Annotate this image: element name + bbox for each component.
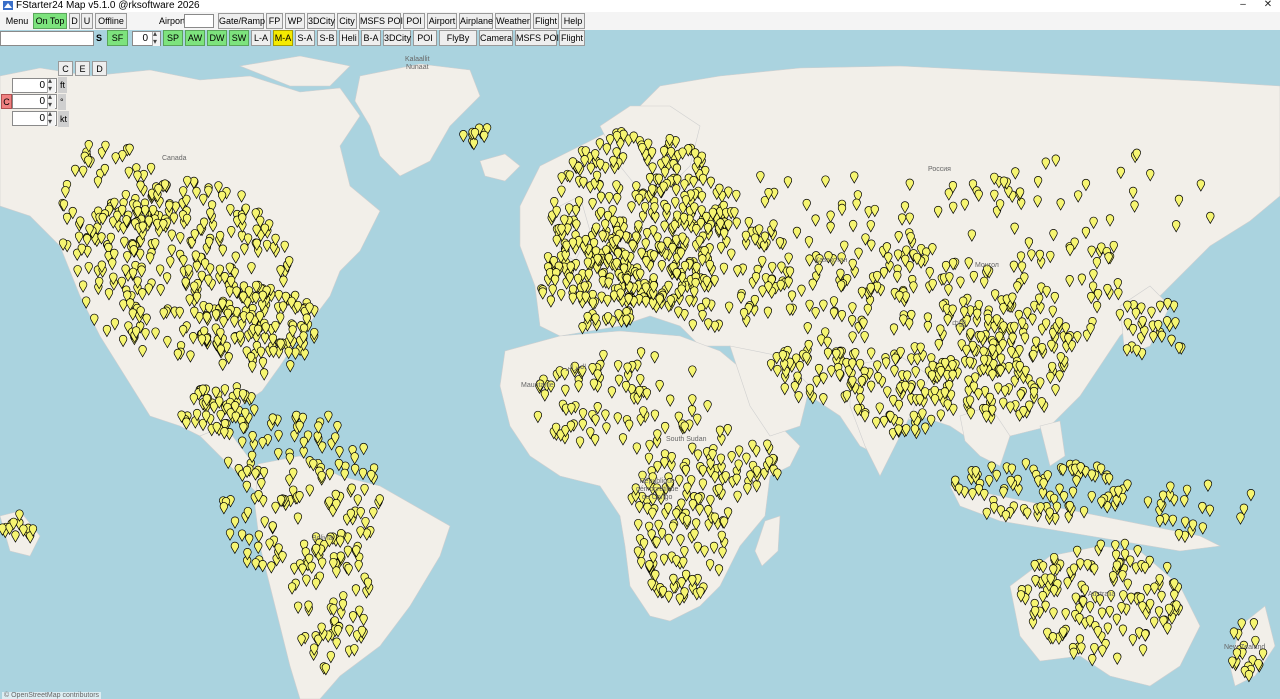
d-button[interactable]: D <box>92 61 107 76</box>
map-label-russia: Россия <box>928 166 951 173</box>
altitude-unit: ft <box>58 77 68 93</box>
toolbar-button-help[interactable]: Help <box>561 13 585 29</box>
toolbar-button-wp[interactable]: WP <box>285 13 305 29</box>
toolbar-button-flight[interactable]: Flight <box>533 13 559 29</box>
toolbar-button-msfs-poi[interactable]: MSFS POI <box>515 30 559 46</box>
toolbar-button-flight[interactable]: Flight <box>559 30 585 46</box>
map-label-mongolia: Монгол <box>975 262 999 269</box>
toolbar-button-sp[interactable]: SP <box>163 30 183 46</box>
map-attribution[interactable]: © OpenStreetMap contributors <box>2 692 102 699</box>
toolbar-button-airport[interactable]: Airport <box>427 13 457 29</box>
offline-button[interactable]: Offline <box>95 13 127 29</box>
sf-button[interactable]: SF <box>107 30 128 46</box>
toolbar-button-airplane[interactable]: Airplane <box>459 13 493 29</box>
map-label-canada: Canada <box>162 155 187 162</box>
toolbar-button-gate-ramp[interactable]: Gate/Ramp <box>218 13 265 29</box>
map-label-china: 中国 <box>952 321 966 328</box>
map-label-kazakhstan: Қазақстан <box>815 257 848 264</box>
on-top-toggle[interactable]: On Top <box>33 13 67 29</box>
map-label-new-zealand: New Zealand <box>1224 644 1266 651</box>
map-label-drc: République démocratique du Congo <box>636 478 679 501</box>
heading-unit: ° <box>58 94 66 110</box>
airport-input[interactable] <box>184 14 214 28</box>
app-window: FStarter24 Map v5.1.0 @rksoftware 2026 –… <box>0 0 1280 699</box>
toolbar-button-poi[interactable]: POI <box>413 30 437 46</box>
map-label-south-sudan: South Sudan <box>666 436 707 443</box>
u-toggle[interactable]: U <box>81 13 93 29</box>
c-button[interactable]: C <box>58 61 73 76</box>
toolbar-button-poi[interactable]: POI <box>403 13 425 29</box>
close-button[interactable]: ✕ <box>1256 0 1280 12</box>
map-label-greenland: Kalaallit Nunaat <box>405 56 430 71</box>
map-label-bolivia: Bolivia <box>312 535 333 542</box>
toolbar-button-weather[interactable]: Weather <box>495 13 531 29</box>
toolbar-button-3dcity[interactable]: 3DCity <box>383 30 411 46</box>
toolbar-button-flyby[interactable]: FlyBy <box>439 30 477 46</box>
toolbar-button-fp[interactable]: FP <box>266 13 283 29</box>
toolbar-button-b-a[interactable]: B-A <box>361 30 381 46</box>
airport-label: Airport <box>159 16 186 26</box>
d-toggle[interactable]: D <box>69 13 80 29</box>
title-bar: FStarter24 Map v5.1.0 @rksoftware 2026 –… <box>0 0 1280 12</box>
toolbar-button-s-b[interactable]: S-B <box>317 30 337 46</box>
count-spinner-arrows[interactable] <box>152 29 160 46</box>
e-button[interactable]: E <box>75 61 90 76</box>
toolbar-button-l-a[interactable]: L-A <box>251 30 271 46</box>
search-input[interactable] <box>0 31 94 46</box>
map-label-mauritania: Mauritanie <box>521 382 554 389</box>
toolbar-button-3dcity[interactable]: 3DCity <box>307 13 335 29</box>
map-canvas[interactable] <box>0 46 1280 699</box>
speed-unit: kt <box>58 111 70 127</box>
toolbar-button-msfs-poi[interactable]: MSFS POI <box>359 13 403 29</box>
toolbar-button-s-a[interactable]: S-A <box>295 30 315 46</box>
app-icon <box>3 1 13 10</box>
world-map[interactable]: Kalaallit Nunaat Canada Россия Қазақстан… <box>0 46 1280 699</box>
toolbar-button-sw[interactable]: SW <box>229 30 249 46</box>
toolbar-button-camera[interactable]: Camera <box>479 30 513 46</box>
map-label-algeria: الجزائر <box>566 364 587 371</box>
speed-spinner[interactable] <box>47 109 55 126</box>
toolbar-button-m-a[interactable]: M-A <box>273 30 293 46</box>
toolbar-button-aw[interactable]: AW <box>185 30 205 46</box>
toolbar-button-heli[interactable]: Heli <box>339 30 359 46</box>
s-label: S <box>96 33 103 43</box>
toolbar-button-city[interactable]: City <box>337 13 357 29</box>
filter-toolbar: S SF 0 SPAWDWSWL-AM-AS-AS-BHeliB-A3DCity… <box>0 29 1280 46</box>
menu-button[interactable]: Menu <box>2 13 32 29</box>
altitude-spinner[interactable] <box>47 76 55 93</box>
minimize-button[interactable]: – <box>1226 0 1260 12</box>
heading-spinner[interactable] <box>47 92 55 109</box>
map-label-australia: Australia <box>1088 591 1116 598</box>
main-toolbar: Menu On Top D U Offline Airport Gate/Ram… <box>0 12 1280 30</box>
window-title: FStarter24 Map v5.1.0 @rksoftware 2026 <box>16 0 200 11</box>
toolbar-button-dw[interactable]: DW <box>207 30 227 46</box>
c-red-button[interactable]: C <box>1 94 12 109</box>
